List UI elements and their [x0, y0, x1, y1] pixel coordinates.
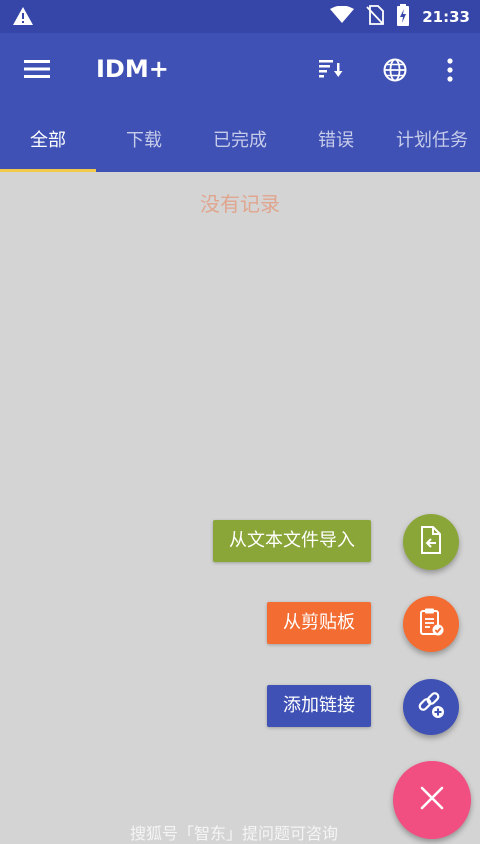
battery-charging-icon — [396, 4, 410, 30]
clipboard-check-icon — [417, 607, 445, 641]
add-link-label[interactable]: 添加链接 — [267, 685, 371, 727]
app-bar: IDM+ — [0, 33, 480, 109]
add-link-button[interactable] — [403, 679, 459, 735]
tab-completed[interactable]: 已完成 — [192, 109, 288, 172]
browser-globe-icon[interactable] — [382, 57, 408, 87]
menu-icon[interactable] — [24, 59, 50, 83]
warning-icon — [12, 6, 34, 30]
tab-errors[interactable]: 错误 — [288, 109, 384, 172]
import-from-text-file-label[interactable]: 从文本文件导入 — [213, 520, 371, 562]
import-from-text-file-button[interactable] — [403, 514, 459, 570]
no-sim-icon — [366, 5, 385, 29]
status-time: 21:33 — [422, 8, 470, 26]
empty-state-message: 没有记录 — [200, 192, 280, 216]
from-clipboard-button[interactable] — [403, 596, 459, 652]
status-bar: 21:33 — [0, 0, 480, 33]
app-title: IDM+ — [96, 55, 169, 83]
tab-bar: 全部 下载 已完成 错误 计划任务 — [0, 109, 480, 172]
tab-downloading[interactable]: 下载 — [96, 109, 192, 172]
add-link-icon — [416, 690, 446, 724]
footer-caption: 搜狐号「智东」提问题可咨询 — [130, 824, 339, 843]
from-clipboard-label[interactable]: 从剪贴板 — [267, 602, 371, 644]
more-vert-icon[interactable] — [446, 57, 454, 87]
status-icons: 21:33 — [330, 4, 470, 30]
file-import-icon — [417, 525, 445, 559]
close-fab-button[interactable] — [393, 761, 471, 839]
close-icon — [419, 785, 445, 815]
tab-scheduled[interactable]: 计划任务 — [384, 109, 480, 172]
sort-icon[interactable] — [318, 57, 344, 85]
tab-all[interactable]: 全部 — [0, 109, 96, 172]
wifi-icon — [330, 5, 355, 28]
